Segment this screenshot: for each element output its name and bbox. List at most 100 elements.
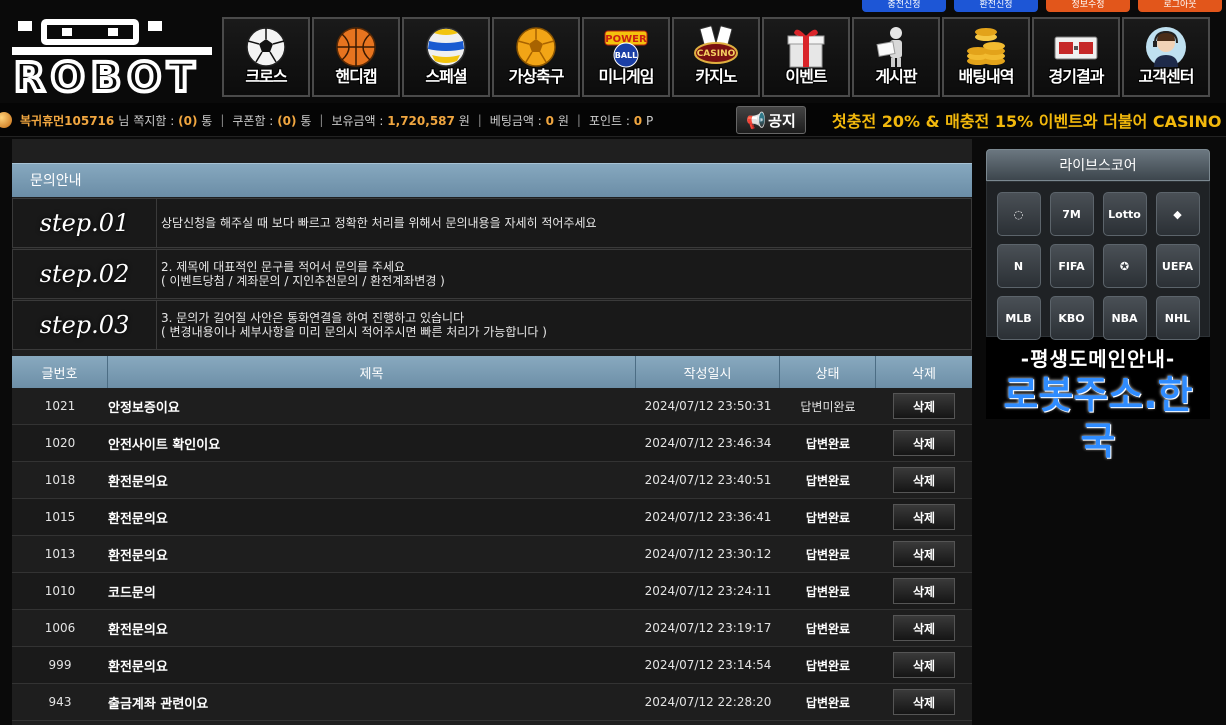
domain-banner-title: -평생도메인안내- [1020,347,1176,371]
table-row[interactable]: 999 환전문의요 2024/07/12 23:14:54 답변완료 삭제 [12,647,972,684]
row-delete-cell: 삭제 [876,499,972,535]
fifa-icon[interactable]: FIFA [1049,244,1094,288]
row-subject-link[interactable]: 환전문의요 [108,462,636,498]
coin-icon [0,112,12,128]
row-delete-cell: 삭제 [876,684,972,720]
row-subject-link[interactable]: 환전문의요 [108,647,636,683]
row-number: 1021 [44,399,76,413]
nav-bet-history[interactable]: 배팅내역 [942,17,1030,97]
table-row[interactable]: 1020 안전사이트 확인이요 2024/07/12 23:46:34 답변완료 삭제 [12,425,972,462]
delete-button[interactable]: 삭제 [893,689,955,715]
soccer-ball-icon [246,27,286,67]
header-delete: 삭제 [912,366,936,382]
delete-button[interactable]: 삭제 [893,504,955,530]
table-row[interactable]: 1006 환전문의요 2024/07/12 23:19:17 답변완료 삭제 [12,610,972,647]
edit-info-button[interactable]: 정보수정 [1046,0,1130,12]
nav-results[interactable]: 경기결과 [1032,17,1120,97]
header: ROBOT 크로스 핸디캡 스페셜 가상축구 POWER BALL 미니게임 CA… [0,17,1226,103]
nav-special[interactable]: 스페셜 [402,17,490,97]
casino-icon: CASINO [694,25,738,64]
champions-league-icon[interactable]: ✪ [1102,244,1147,288]
row-subject-link[interactable]: 환전문의요 [108,499,636,535]
withdraw-request-button[interactable]: 환전신청 [954,0,1038,12]
volleyball-icon [426,27,466,67]
table-row[interactable]: 1021 안정보증이요 2024/07/12 23:50:31 답변미완료 삭제 [12,388,972,425]
livescore-title: 라이브스코어 [986,149,1210,181]
table-row[interactable]: 943 출금계좌 관련이요 2024/07/12 22:28:20 답변완료 삭제 [12,684,972,721]
step-number: step.01 [13,199,157,247]
divider: | [220,113,225,127]
row-subject-link[interactable]: 환전문의요 [108,610,636,646]
step-row: step.02 2. 제목에 대표적인 문구를 적어서 문의를 주세요 ( 이벤… [12,249,972,299]
row-number: 1018 [44,473,76,487]
nav-handicap[interactable]: 핸디캡 [312,17,400,97]
row-number: 1013 [44,547,76,561]
delete-button[interactable]: 삭제 [893,578,955,604]
message-box-link[interactable]: 쪽지함 : (0) 통 [133,112,212,129]
row-subject-link[interactable]: 안전사이트 확인이요 [108,425,636,461]
delete-button[interactable]: 삭제 [893,430,955,456]
nav-virtual-soccer[interactable]: 가상축구 [492,17,580,97]
row-status: 답변완료 [805,473,851,488]
row-subject-link[interactable]: 안정보증이요 [108,388,636,424]
right-panel: 라이브스코어 ◌ 7M Lotto ◆ N FIFA ✪ UEFA MLB KBO NBA NHL -… [986,149,1210,463]
domain-banner[interactable]: -평생도메인안내- 로봇주소.한국 [986,337,1210,463]
logout-button[interactable]: 로그아웃 [1138,0,1222,12]
nav-board[interactable]: 게시판 [852,17,940,97]
nav-minigame[interactable]: POWER BALL 미니게임 [582,17,670,97]
naver-icon[interactable]: N [996,244,1041,288]
row-number: 999 [48,658,72,672]
inquiry-table: 글번호 제목 작성일시 상태 삭제 1021 안정보증이요 2024/07/12 2… [12,356,972,721]
nav-event[interactable]: 이벤트 [762,17,850,97]
mlb-icon[interactable]: MLB [996,296,1041,340]
row-number: 943 [48,695,72,709]
lotto-icon[interactable]: Lotto [1102,192,1147,236]
main-content: 문의안내 step.01 상담신청을 해주실 때 보다 빠르고 정확한 처리를 … [12,139,972,725]
deposit-request-button[interactable]: 충전신청 [862,0,946,12]
coupon-box-link[interactable]: 쿠폰함 : (0) 통 [232,112,311,129]
step-text: 상담신청을 해주실 때 보다 빠르고 정확한 처리를 위해서 문의내용을 자세히… [161,216,597,230]
robot-logo[interactable]: ROBOT [8,19,222,103]
info-bar: 복귀휴먼105716 님 쪽지함 : (0) 통 | 쿠폰함 : (0) 통 |… [0,103,1226,137]
nav-customer-center[interactable]: 고객센터 [1122,17,1210,97]
nhl-icon[interactable]: NHL [1155,296,1200,340]
uefa-icon[interactable]: UEFA [1155,244,1200,288]
table-row[interactable]: 1013 환전문의요 2024/07/12 23:30:12 답변완료 삭제 [12,536,972,573]
row-status: 답변완료 [805,658,851,673]
row-subject-link[interactable]: 환전문의요 [108,536,636,572]
row-date: 2024/07/12 23:36:41 [644,510,772,524]
powerball-icon: POWERBALL [604,30,648,68]
notice-text[interactable]: 첫충전 20% & 매충전 15% 이벤트와 더불어 CASINO [832,108,1222,132]
user-info: 복귀휴먼105716 님 쪽지함 : (0) 통 | 쿠폰함 : (0) 통 |… [0,103,653,137]
step-text: 2. 제목에 대표적인 문구를 적어서 문의를 주세요 ( 이벤트당첨 / 계좌… [161,260,445,288]
table-row[interactable]: 1010 코드문의 2024/07/12 23:24:11 답변완료 삭제 [12,573,972,610]
header-subject: 제목 [108,356,636,388]
red-diamonds-icon[interactable]: ◆ [1155,192,1200,236]
row-status: 답변완료 [805,510,851,525]
header-no: 글번호 [12,356,108,388]
table-row[interactable]: 1018 환전문의요 2024/07/12 23:40:51 답변완료 삭제 [12,462,972,499]
row-subject-link[interactable]: 출금계좌 관련이요 [108,684,636,720]
nav-casino[interactable]: CASINO 카지노 [672,17,760,97]
main-nav: 크로스 핸디캡 스페셜 가상축구 POWER BALL 미니게임 CASINO 카… [222,17,1210,97]
7m-icon[interactable]: 7M [1049,192,1094,236]
delete-button[interactable]: 삭제 [893,541,955,567]
row-delete-cell: 삭제 [876,573,972,609]
row-subject-link[interactable]: 코드문의 [108,573,636,609]
header-status: 상태 [780,356,876,388]
table-row[interactable]: 1015 환전문의요 2024/07/12 23:36:41 답변완료 삭제 [12,499,972,536]
row-delete-cell: 삭제 [876,388,972,424]
row-status: 답변완료 [805,695,851,710]
basketball-icon [336,27,376,67]
row-date: 2024/07/12 22:28:20 [644,695,772,709]
delete-button[interactable]: 삭제 [893,615,955,641]
nba-icon[interactable]: NBA [1102,296,1147,340]
delete-button[interactable]: 삭제 [893,467,955,493]
kbo-icon[interactable]: KBO [1049,296,1094,340]
loading-ring-icon[interactable]: ◌ [996,192,1041,236]
nav-cross[interactable]: 크로스 [222,17,310,97]
table-body: 1021 안정보증이요 2024/07/12 23:50:31 답변미완료 삭제 1020… [12,388,972,721]
delete-button[interactable]: 삭제 [893,393,955,419]
divider: | [477,113,482,127]
delete-button[interactable]: 삭제 [893,652,955,678]
